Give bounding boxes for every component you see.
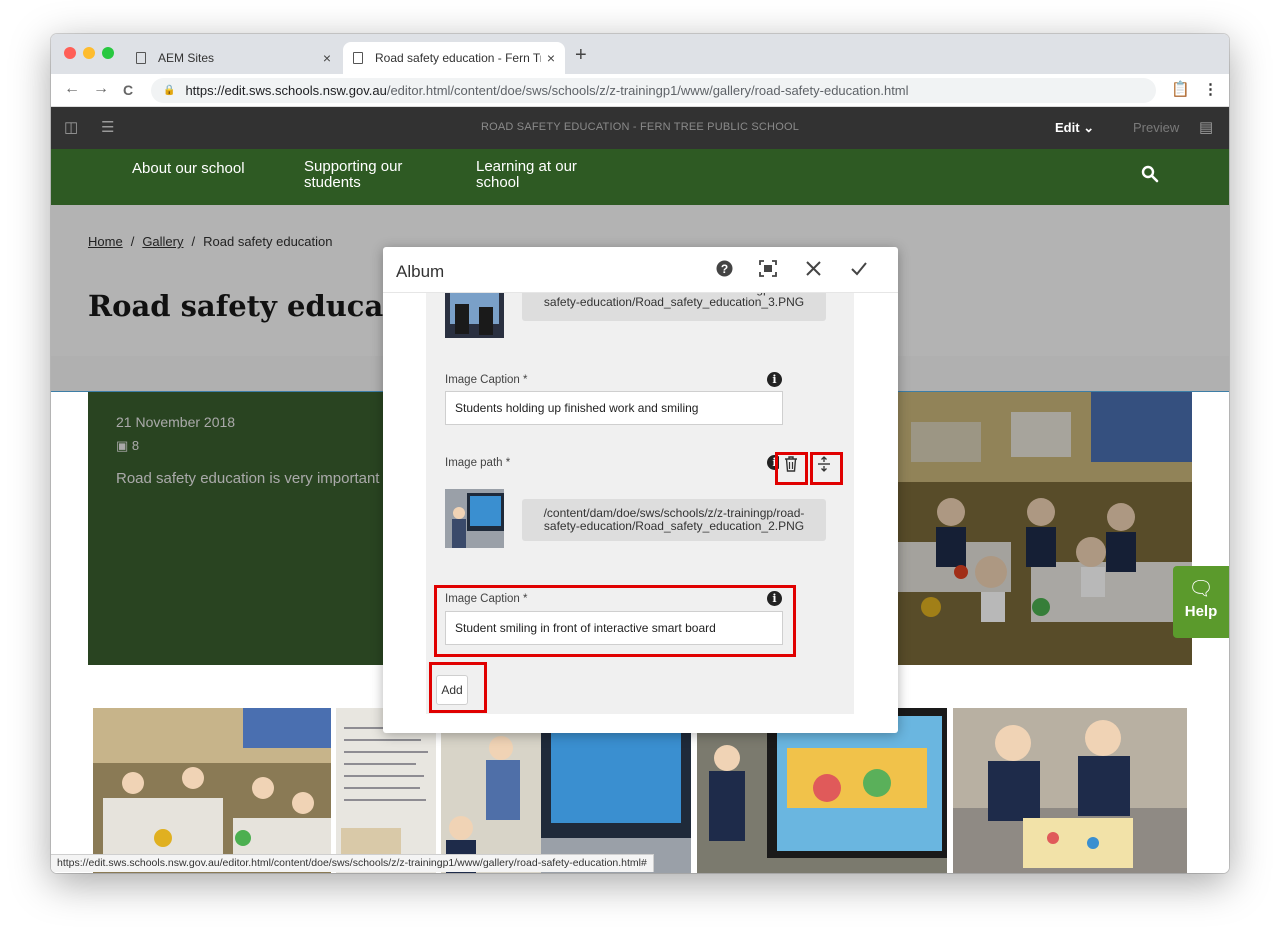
caption-input[interactable]: Student smiling in front of interactive … <box>445 611 783 645</box>
caption-label: Image Caption * <box>445 374 528 386</box>
mode-selector[interactable]: Edit ⌄ <box>1055 120 1094 136</box>
gallery-thumb[interactable] <box>953 708 1187 873</box>
help-icon[interactable]: ? <box>716 260 733 282</box>
dialog-title: Album <box>396 262 445 281</box>
help-button[interactable]: 🗨 Help <box>1173 566 1229 638</box>
album-items-panel: /content/dam/doe/sws/schools/z/z-trainin… <box>426 293 854 714</box>
close-window-button[interactable] <box>64 47 76 59</box>
checkmark-icon[interactable] <box>850 260 868 282</box>
annotate-icon[interactable]: ▤ <box>1199 118 1213 136</box>
tab-strip: AEM Sites × Road safety education - Fern… <box>51 34 1229 74</box>
image-path-display: /content/dam/doe/sws/schools/z/z-trainin… <box>522 499 826 541</box>
reload-icon[interactable]: C <box>123 82 133 98</box>
tab-title: Road safety education - Fern Tree Public… <box>375 51 541 65</box>
mode-label: Edit <box>1055 120 1080 135</box>
url-path: /editor.html/content/doe/sws/schools/z/z… <box>386 83 909 98</box>
add-item-button[interactable]: Add <box>436 675 468 705</box>
tab-close-icon[interactable]: × <box>547 50 555 66</box>
menu-dots-icon[interactable]: ⋮ <box>1203 80 1218 98</box>
editor-toolbar: ◫ ☰ ROAD SAFETY EDUCATION - FERN TREE PU… <box>51 107 1229 149</box>
minimize-window-button[interactable] <box>83 47 95 59</box>
tab-road-safety[interactable]: Road safety education - Fern Tree Public… <box>343 42 565 74</box>
delete-item-button[interactable] <box>779 452 803 478</box>
fullscreen-icon[interactable] <box>759 260 777 282</box>
help-label: Help <box>1184 603 1218 620</box>
reorder-item-button[interactable] <box>812 452 836 478</box>
page-title: ROAD SAFETY EDUCATION - FERN TREE PUBLIC… <box>480 121 800 133</box>
document-icon <box>136 52 146 64</box>
gallery-thumb[interactable] <box>93 708 331 873</box>
chat-bubble-icon: 🗨 <box>1188 578 1214 600</box>
info-icon[interactable]: i <box>767 372 782 387</box>
document-icon <box>353 52 363 64</box>
image-thumbnail[interactable] <box>445 489 504 548</box>
album-dialog: Album ? /content/dam/doe/sws/schools/z/z… <box>383 247 898 733</box>
lock-icon: 🔒 <box>163 85 176 96</box>
breadcrumb-current: Road safety education <box>203 234 333 249</box>
tab-aem-sites[interactable]: AEM Sites × <box>126 42 341 74</box>
breadcrumb-home[interactable]: Home <box>88 234 123 249</box>
breadcrumb: Home / Gallery / Road safety education <box>88 234 333 249</box>
image-thumbnail[interactable] <box>445 293 504 338</box>
caption-label: Image Caption * <box>445 593 528 605</box>
tab-close-icon[interactable]: × <box>323 50 331 66</box>
nav-item-learning[interactable]: Learning at our school <box>476 159 596 191</box>
url-host: https://edit.sws.schools.nsw.gov.au <box>185 83 387 98</box>
info-icon[interactable]: i <box>767 591 782 606</box>
address-bar: ← → C 🔒 https://edit.sws.schools.nsw.gov… <box>51 74 1229 107</box>
svg-text:?: ? <box>721 262 728 276</box>
browser-window: AEM Sites × Road safety education - Fern… <box>51 34 1229 873</box>
chevron-down-icon: ⌄ <box>1083 120 1095 135</box>
preview-button[interactable]: Preview <box>1133 120 1179 135</box>
breadcrumb-gallery[interactable]: Gallery <box>142 234 183 249</box>
caption-input[interactable]: Students holding up finished work and sm… <box>445 391 783 425</box>
back-icon[interactable]: ← <box>64 80 80 98</box>
url-input[interactable]: 🔒 https://edit.sws.schools.nsw.gov.au/ed… <box>151 78 1156 103</box>
nav-item-supporting[interactable]: Supporting our students <box>304 159 424 191</box>
forward-icon[interactable]: → <box>93 80 109 98</box>
nav-item-about[interactable]: About our school <box>132 161 245 177</box>
tab-title: AEM Sites <box>158 51 215 65</box>
site-navigation: About our school Supporting our students… <box>51 149 1229 205</box>
close-icon[interactable] <box>805 260 822 282</box>
dialog-header: Album ? <box>383 247 898 293</box>
status-bar-url: https://edit.sws.schools.nsw.gov.au/edit… <box>51 854 654 872</box>
new-tab-button[interactable]: + <box>575 44 587 67</box>
search-icon[interactable] <box>1141 165 1159 188</box>
image-path-label: Image path * <box>445 457 511 469</box>
image-path-display: /content/dam/doe/sws/schools/z/z-trainin… <box>522 293 826 321</box>
zoom-window-button[interactable] <box>102 47 114 59</box>
clipboard-icon[interactable]: 📋 <box>1171 80 1190 98</box>
